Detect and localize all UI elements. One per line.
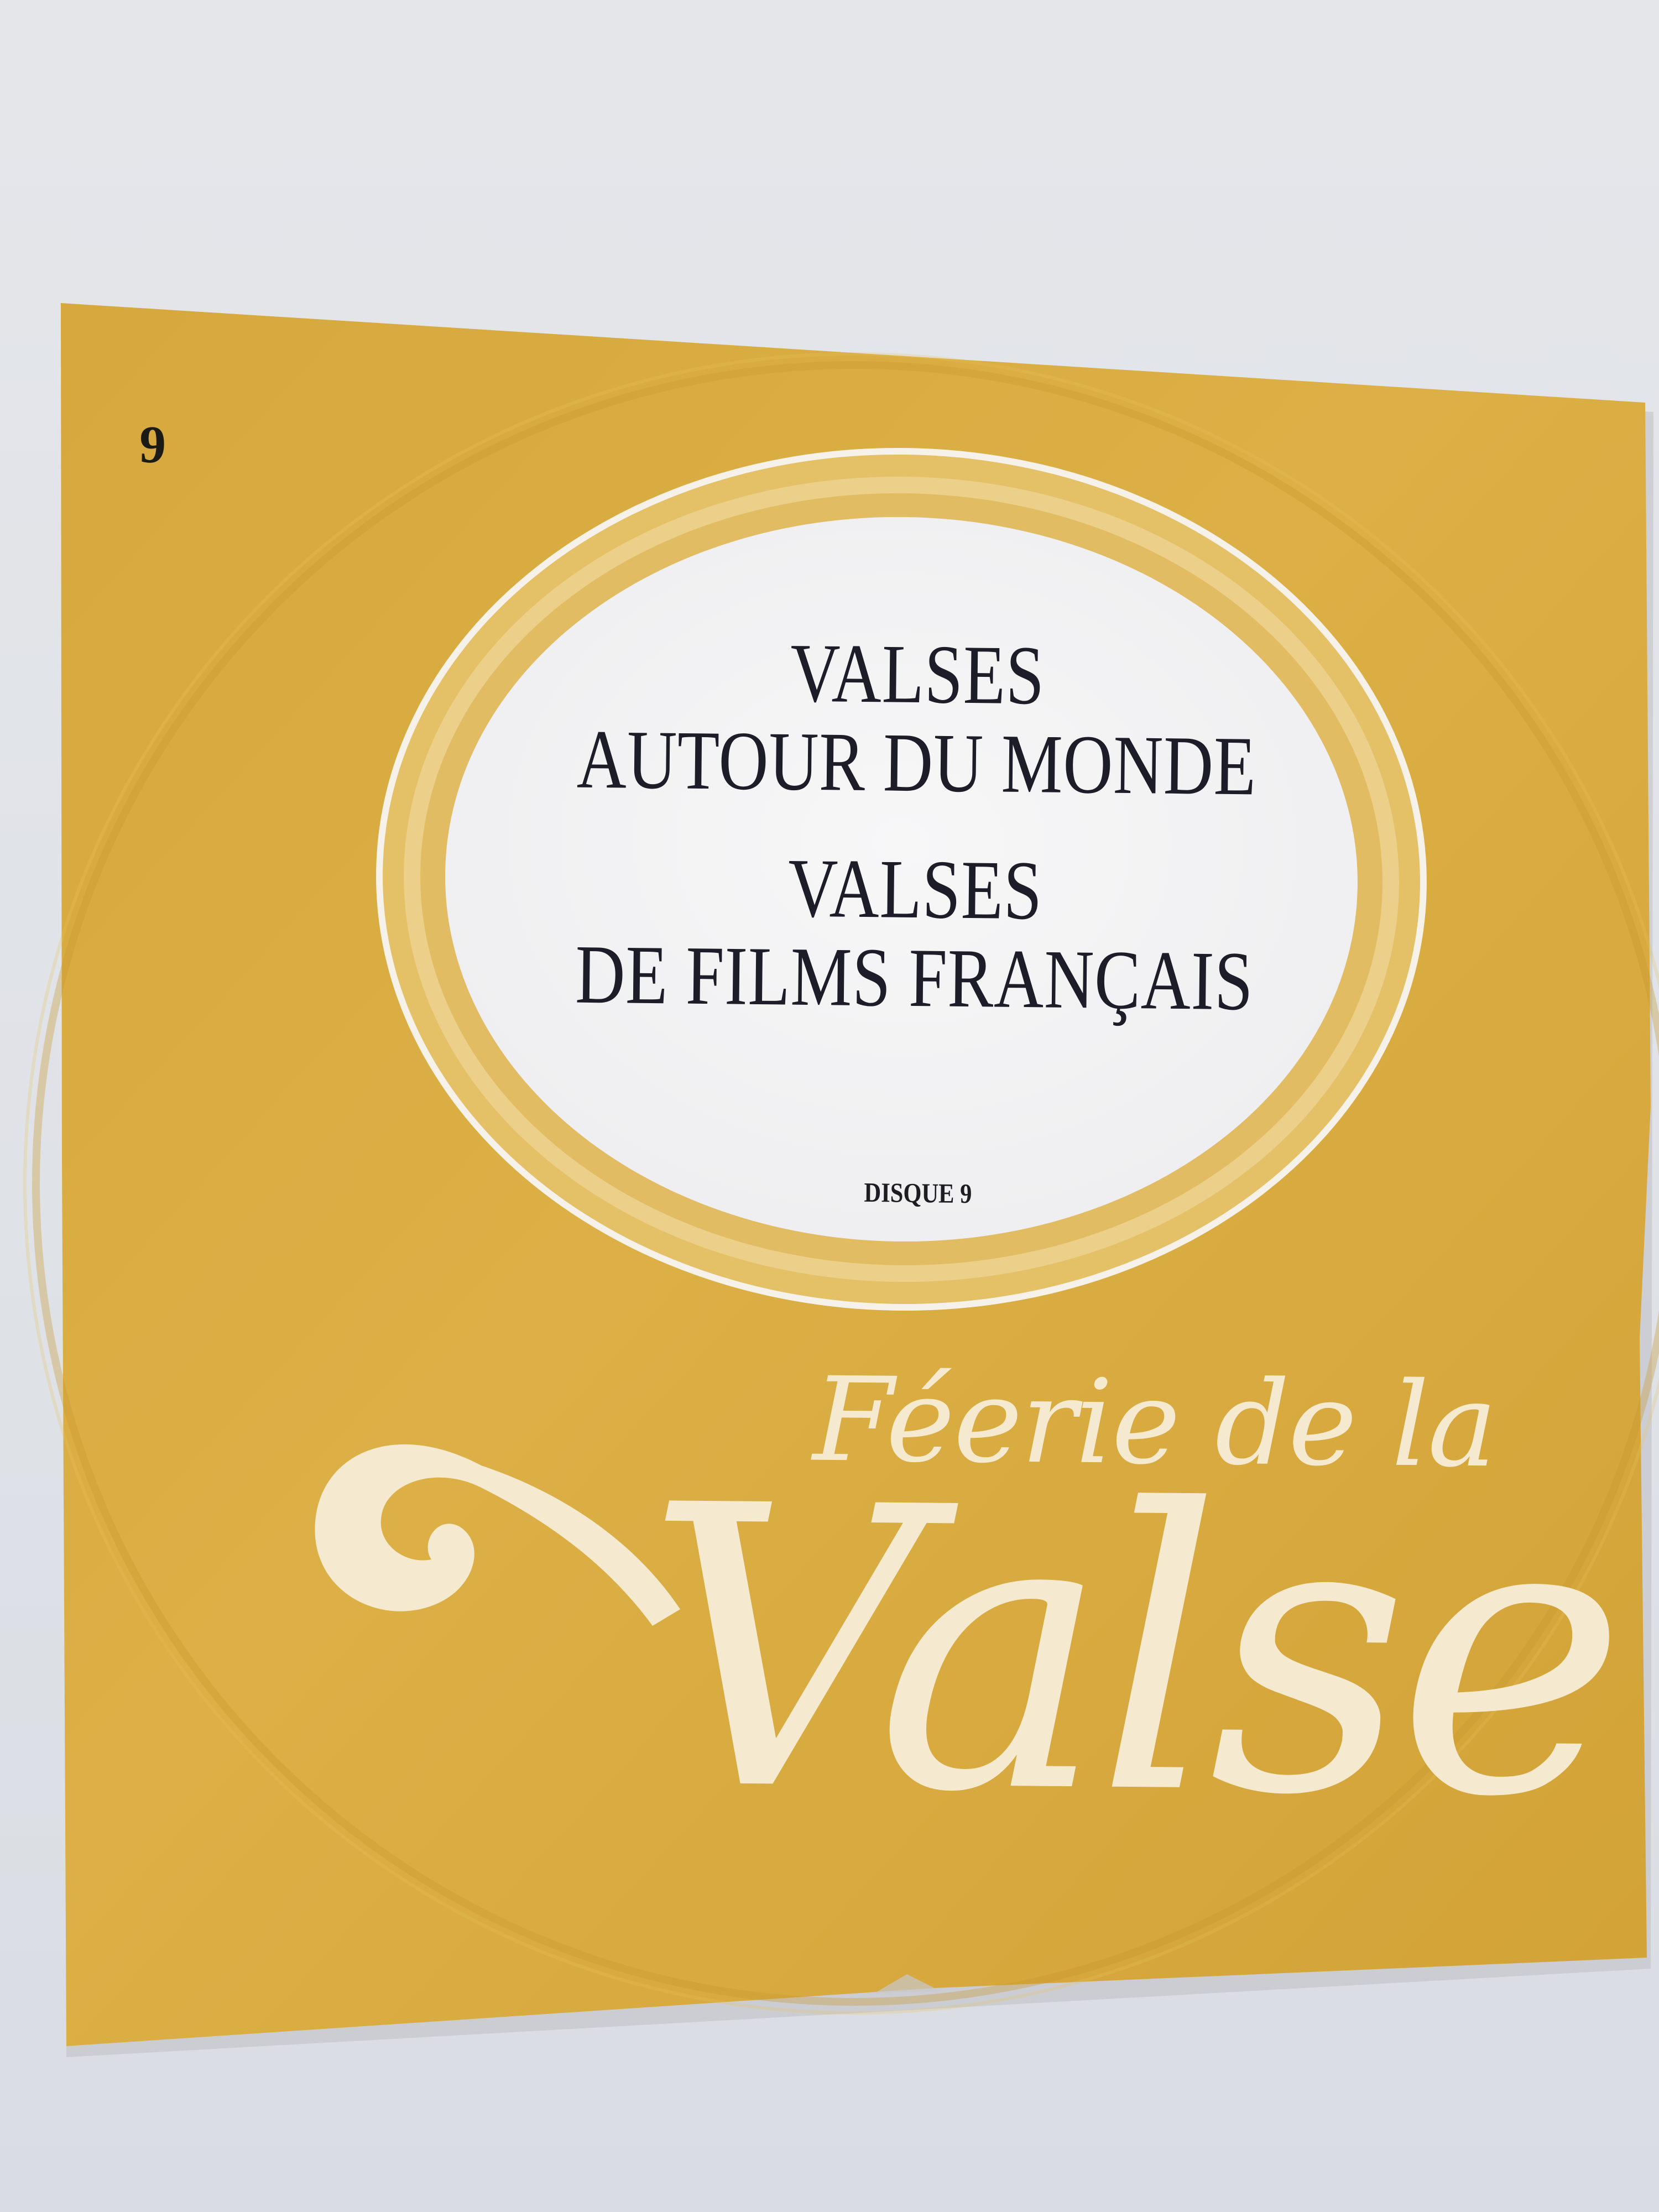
album-titles: VALSES AUTOUR DU MONDE VALSES DE FILMS F…	[483, 626, 1349, 1028]
disque-label: DISQUE 9	[864, 1176, 972, 1209]
title-line-4: DE FILMS FRANÇAIS	[575, 927, 1254, 1028]
title-line-3: VALSES	[787, 841, 1043, 937]
brand-large-text: Valse	[642, 1423, 1618, 1883]
title-line-1: VALSES	[790, 626, 1045, 722]
photo-scene: 9 VALSES AUTOUR DU MONDE VALSES DE FILMS…	[0, 0, 1659, 2212]
disc-number: 9	[138, 414, 167, 474]
title-line-2: AUTOUR DU MONDE	[576, 712, 1257, 813]
